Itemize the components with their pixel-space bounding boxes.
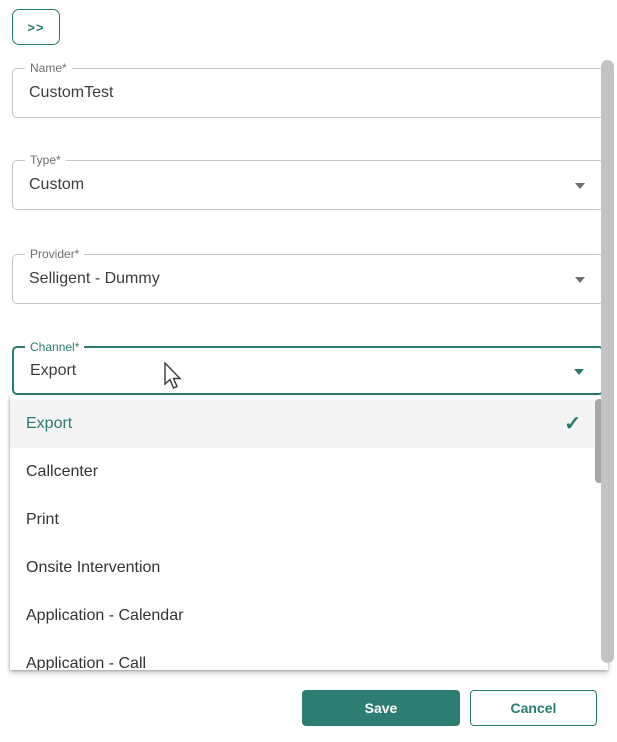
menu-item-label: Callcenter [26, 463, 98, 481]
menu-item-label: Export [26, 415, 72, 433]
menu-item-application-call[interactable]: Application - Call [10, 640, 608, 670]
menu-item-label: Application - Calendar [26, 607, 183, 625]
menu-item-export[interactable]: Export ✓ [10, 400, 608, 448]
name-field[interactable]: Name* CustomTest [12, 68, 604, 118]
menu-item-application-calendar[interactable]: Application - Calendar [10, 592, 608, 640]
type-select[interactable]: Type* Custom [12, 160, 604, 210]
menu-item-print[interactable]: Print [10, 496, 608, 544]
channel-select-value: Export [30, 362, 76, 380]
type-select-label: Type* [25, 153, 66, 168]
create-channel-dialog: >> Name* CustomTest Type* Custom Provide… [0, 0, 617, 742]
chevron-down-icon [574, 369, 584, 375]
name-field-value: CustomTest [29, 84, 113, 102]
name-field-label: Name* [25, 61, 72, 76]
menu-item-callcenter[interactable]: Callcenter [10, 448, 608, 496]
provider-select-value: Selligent - Dummy [29, 270, 160, 288]
page-scrollbar[interactable] [601, 60, 614, 663]
provider-select-label: Provider* [25, 247, 84, 262]
menu-item-onsite-intervention[interactable]: Onsite Intervention [10, 544, 608, 592]
type-select-value: Custom [29, 176, 84, 194]
channel-select-label: Channel* [25, 340, 84, 355]
chevron-down-icon [575, 277, 585, 283]
menu-item-label: Print [26, 511, 59, 529]
menu-item-label: Application - Call [26, 655, 146, 670]
provider-select[interactable]: Provider* Selligent - Dummy [12, 254, 604, 304]
checkmark-icon: ✓ [564, 414, 581, 434]
channel-dropdown-menu: Export ✓ Callcenter Print Onsite Interve… [10, 396, 608, 670]
save-button[interactable]: Save [302, 690, 460, 726]
channel-select[interactable]: Channel* Export [12, 346, 604, 395]
cancel-button[interactable]: Cancel [470, 690, 597, 726]
expand-panel-button[interactable]: >> [12, 9, 60, 45]
menu-item-label: Onsite Intervention [26, 559, 160, 577]
chevron-down-icon [575, 183, 585, 189]
